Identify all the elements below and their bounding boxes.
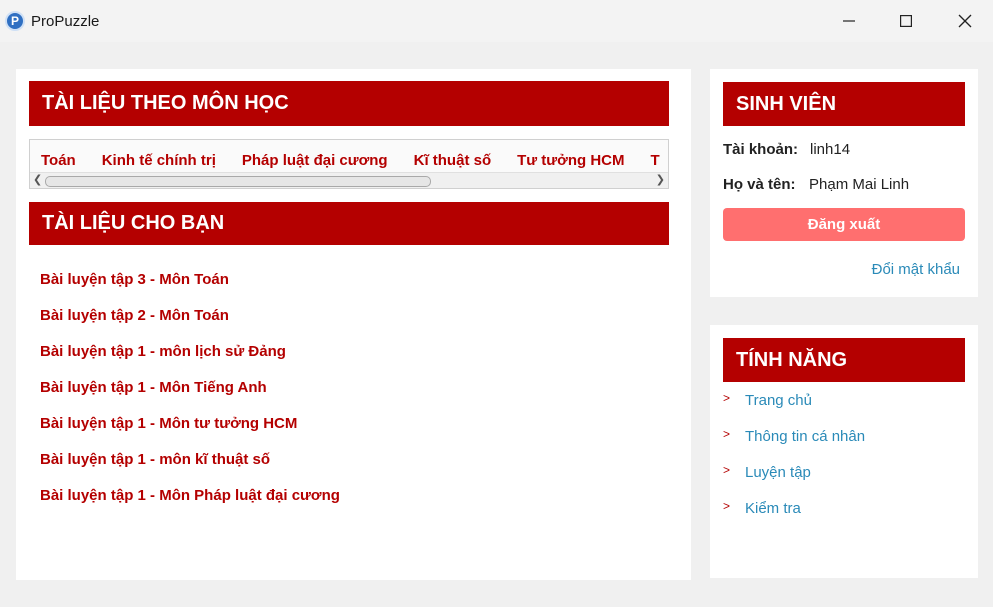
subject-tab-phap-luat-dai-cuong[interactable]: Pháp luật đại cương: [242, 152, 388, 169]
scrollbar-thumb[interactable]: [45, 176, 431, 187]
subjects-section-title: TÀI LIỆU THEO MÔN HỌC: [29, 81, 669, 126]
document-link[interactable]: Bài luyện tập 1 - Môn tư tưởng HCM: [40, 414, 340, 450]
subject-list: Toán Kinh tế chính trị Pháp luật đại cương…: [41, 152, 668, 170]
document-link[interactable]: Bài luyện tập 1 - môn kĩ thuật số: [40, 450, 340, 486]
window-title: ProPuzzle: [31, 13, 100, 30]
feature-list: > Trang chủ > Thông tin cá nhân > Luyện …: [723, 391, 865, 535]
name-value: Phạm Mai Linh: [809, 176, 910, 193]
document-link[interactable]: Bài luyện tập 1 - môn lịch sử Đảng: [40, 342, 340, 378]
document-link[interactable]: Bài luyện tập 1 - Môn Tiếng Anh: [40, 378, 340, 414]
subject-tab-tu-tuong-hcm[interactable]: Tư tưởng HCM: [517, 152, 624, 169]
chevron-right-icon: >: [723, 391, 731, 405]
scroll-right-icon[interactable]: ❯: [656, 173, 665, 188]
account-label: Tài khoản:: [723, 141, 799, 158]
document-link[interactable]: Bài luyện tập 1 - Môn Pháp luật đại cươn…: [40, 486, 340, 522]
title-bar: P ProPuzzle: [0, 0, 993, 42]
features-section-title: TÍNH NĂNG: [723, 338, 965, 382]
subject-tab-toan[interactable]: Toán: [41, 152, 76, 169]
maximize-button[interactable]: [883, 0, 929, 42]
scroll-left-icon[interactable]: ❮: [33, 173, 42, 188]
close-button[interactable]: [942, 0, 988, 42]
subject-tab-truncated[interactable]: T: [650, 152, 659, 169]
account-value: linh14: [810, 141, 851, 158]
student-panel: SINH VIÊN Tài khoản: linh14 Họ và tên: Phạ…: [710, 69, 978, 297]
subject-tab-kinh-te-chinh-tri[interactable]: Kinh tế chính trị: [102, 152, 216, 169]
feature-label: Luyện tập: [745, 464, 811, 481]
change-password-link[interactable]: Đổi mật khẩu: [872, 261, 960, 278]
document-list: Bài luyện tập 3 - Môn Toán Bài luyện tập…: [40, 270, 340, 522]
feature-label: Trang chủ: [745, 392, 812, 409]
feature-item-practice[interactable]: > Luyện tập: [723, 463, 865, 499]
maximize-icon: [900, 15, 912, 27]
chevron-right-icon: >: [723, 427, 731, 441]
feature-label: Thông tin cá nhân: [745, 428, 866, 445]
student-section-title: SINH VIÊN: [723, 82, 965, 126]
subject-tabs-strip: Toán Kinh tế chính trị Pháp luật đại cương…: [29, 139, 669, 189]
app-logo-icon: P: [5, 11, 25, 31]
name-label: Họ và tên:: [723, 176, 796, 193]
close-icon: [958, 14, 972, 28]
documents-panel: TÀI LIỆU THEO MÔN HỌC Toán Kinh tế chính …: [16, 69, 691, 580]
chevron-right-icon: >: [723, 463, 731, 477]
chevron-right-icon: >: [723, 499, 731, 513]
name-row: Họ và tên: Phạm Mai Linh: [723, 176, 909, 193]
feature-item-test[interactable]: > Kiểm tra: [723, 499, 865, 535]
document-link[interactable]: Bài luyện tập 2 - Môn Toán: [40, 306, 340, 342]
document-link[interactable]: Bài luyện tập 3 - Môn Toán: [40, 270, 340, 306]
minimize-button[interactable]: [826, 0, 872, 42]
logout-button[interactable]: Đăng xuất: [723, 208, 965, 241]
feature-label: Kiểm tra: [745, 500, 801, 517]
minimize-icon: [843, 20, 855, 22]
features-panel: TÍNH NĂNG > Trang chủ > Thông tin cá nhâ…: [710, 325, 978, 578]
feature-item-home[interactable]: > Trang chủ: [723, 391, 865, 427]
account-row: Tài khoản: linh14: [723, 141, 850, 158]
subject-tab-ki-thuat-so[interactable]: Kĩ thuật số: [414, 152, 492, 169]
feature-item-profile[interactable]: > Thông tin cá nhân: [723, 427, 865, 463]
horizontal-scrollbar[interactable]: ❮ ❯: [30, 172, 668, 188]
for-you-section-title: TÀI LIỆU CHO BẠN: [29, 202, 669, 245]
